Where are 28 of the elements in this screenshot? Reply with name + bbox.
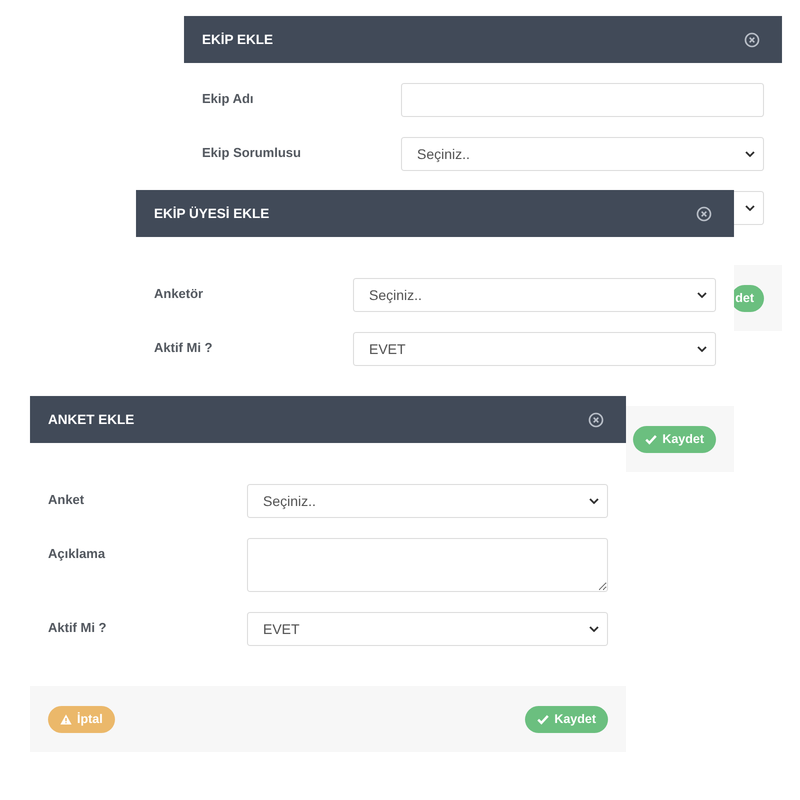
- window-title: EKİP ÜYESİ EKLE: [154, 206, 270, 221]
- chevron-icon: [697, 292, 707, 298]
- field-label: Aktif Mi ?: [48, 620, 106, 635]
- window-title: EKİP EKLE: [202, 32, 274, 47]
- warning-icon: [60, 714, 72, 724]
- chevron-icon: [745, 151, 755, 157]
- check-icon: [537, 714, 550, 724]
- field-label: Anketör: [154, 286, 204, 301]
- select-field[interactable]: Seçiniz..: [247, 484, 608, 518]
- close-icon[interactable]: [696, 206, 712, 222]
- select-field[interactable]: Seçiniz..: [353, 278, 716, 312]
- select-field[interactable]: EVET: [247, 612, 608, 646]
- chevron-icon: [745, 205, 755, 211]
- field-label: Anket: [48, 492, 84, 507]
- chevron-icon: [589, 498, 599, 504]
- close-icon[interactable]: [588, 412, 604, 428]
- chevron-icon: [589, 626, 599, 632]
- window-title: ANKET EKLE: [48, 412, 134, 427]
- field-label: Aktif Mi ?: [154, 340, 212, 355]
- field-label: Açıklama: [48, 546, 106, 561]
- chevron-icon: [697, 346, 707, 352]
- field-label: Ekip Adı: [202, 91, 254, 106]
- close-icon[interactable]: [744, 32, 760, 48]
- select-field[interactable]: EVET: [353, 332, 716, 366]
- text-field[interactable]: [401, 83, 764, 117]
- field-label: Ekip Sorumlusu: [202, 145, 301, 160]
- check-icon: [645, 434, 658, 444]
- select-field[interactable]: Seçiniz..: [401, 137, 764, 171]
